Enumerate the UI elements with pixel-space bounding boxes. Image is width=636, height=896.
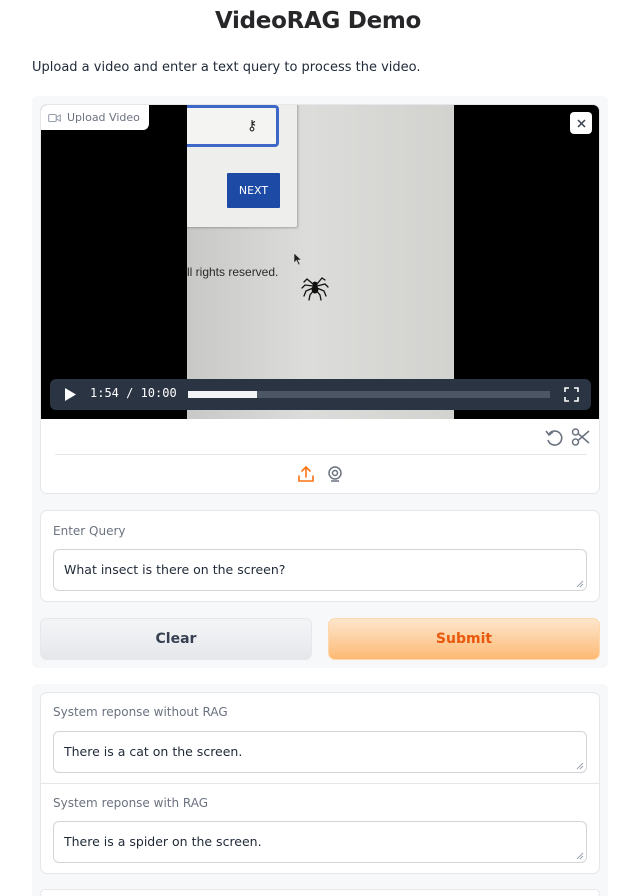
seek-bar[interactable] [188, 391, 550, 398]
resize-grip-icon[interactable] [576, 762, 584, 770]
response-with-rag-label: System reponse with RAG [53, 796, 209, 810]
video-frame: ⚷ NEXT ll rights reserved. [187, 105, 454, 419]
responses-block: System reponse without RAG There is a ca… [40, 692, 600, 874]
response-without-rag-value: There is a cat on the screen. [64, 744, 243, 759]
frame-footer-text: ll rights reserved. [187, 265, 279, 279]
upload-video-label-text: Upload Video [67, 111, 140, 124]
page-title: VideoRAG Demo [214, 8, 422, 34]
mouse-cursor-icon [293, 252, 303, 266]
resize-grip-icon[interactable] [576, 580, 584, 588]
frame-key-icon: ⚷ [247, 118, 258, 134]
clear-button[interactable]: Clear [40, 618, 312, 660]
response-with-rag-value: There is a spider on the screen. [64, 834, 262, 849]
play-icon[interactable] [63, 387, 77, 402]
frame-input-box [187, 105, 279, 147]
query-input-value: What insect is there on the screen? [64, 562, 286, 577]
fullscreen-icon[interactable] [564, 387, 579, 402]
response-without-rag-label: System reponse without RAG [53, 705, 228, 719]
query-input[interactable]: What insect is there on the screen? [53, 549, 587, 591]
scissors-icon[interactable] [571, 427, 591, 447]
upload-icon[interactable] [297, 465, 315, 483]
query-block: Enter Query What insect is there on the … [40, 510, 600, 602]
video-upload-block: ⚷ NEXT ll rights reserved. 1:54 / 10:00 … [40, 104, 600, 494]
video-controls-bar: 1:54 / 10:00 [50, 379, 591, 410]
page-description: Upload a video and enter a text query to… [32, 60, 421, 75]
video-camera-icon [48, 113, 61, 122]
frame-next-button: NEXT [227, 173, 280, 208]
webcam-icon[interactable] [326, 465, 344, 483]
seek-bar-progress [188, 391, 257, 398]
response-without-rag-output[interactable]: There is a cat on the screen. [53, 731, 587, 773]
resize-grip-icon[interactable] [576, 852, 584, 860]
upload-video-label: Upload Video [41, 105, 149, 130]
submit-button[interactable]: Submit [328, 618, 600, 660]
undo-icon[interactable] [544, 427, 564, 447]
close-video-button[interactable] [570, 112, 592, 134]
response-with-rag-output[interactable]: There is a spider on the screen. [53, 821, 587, 863]
spider-icon [301, 277, 329, 301]
divider [41, 783, 599, 784]
video-player[interactable]: ⚷ NEXT ll rights reserved. 1:54 / 10:00 [41, 105, 599, 419]
next-block-edge [40, 889, 600, 896]
close-icon [576, 118, 586, 128]
divider [55, 454, 587, 455]
time-display: 1:54 / 10:00 [90, 386, 177, 400]
query-label: Enter Query [53, 524, 126, 538]
